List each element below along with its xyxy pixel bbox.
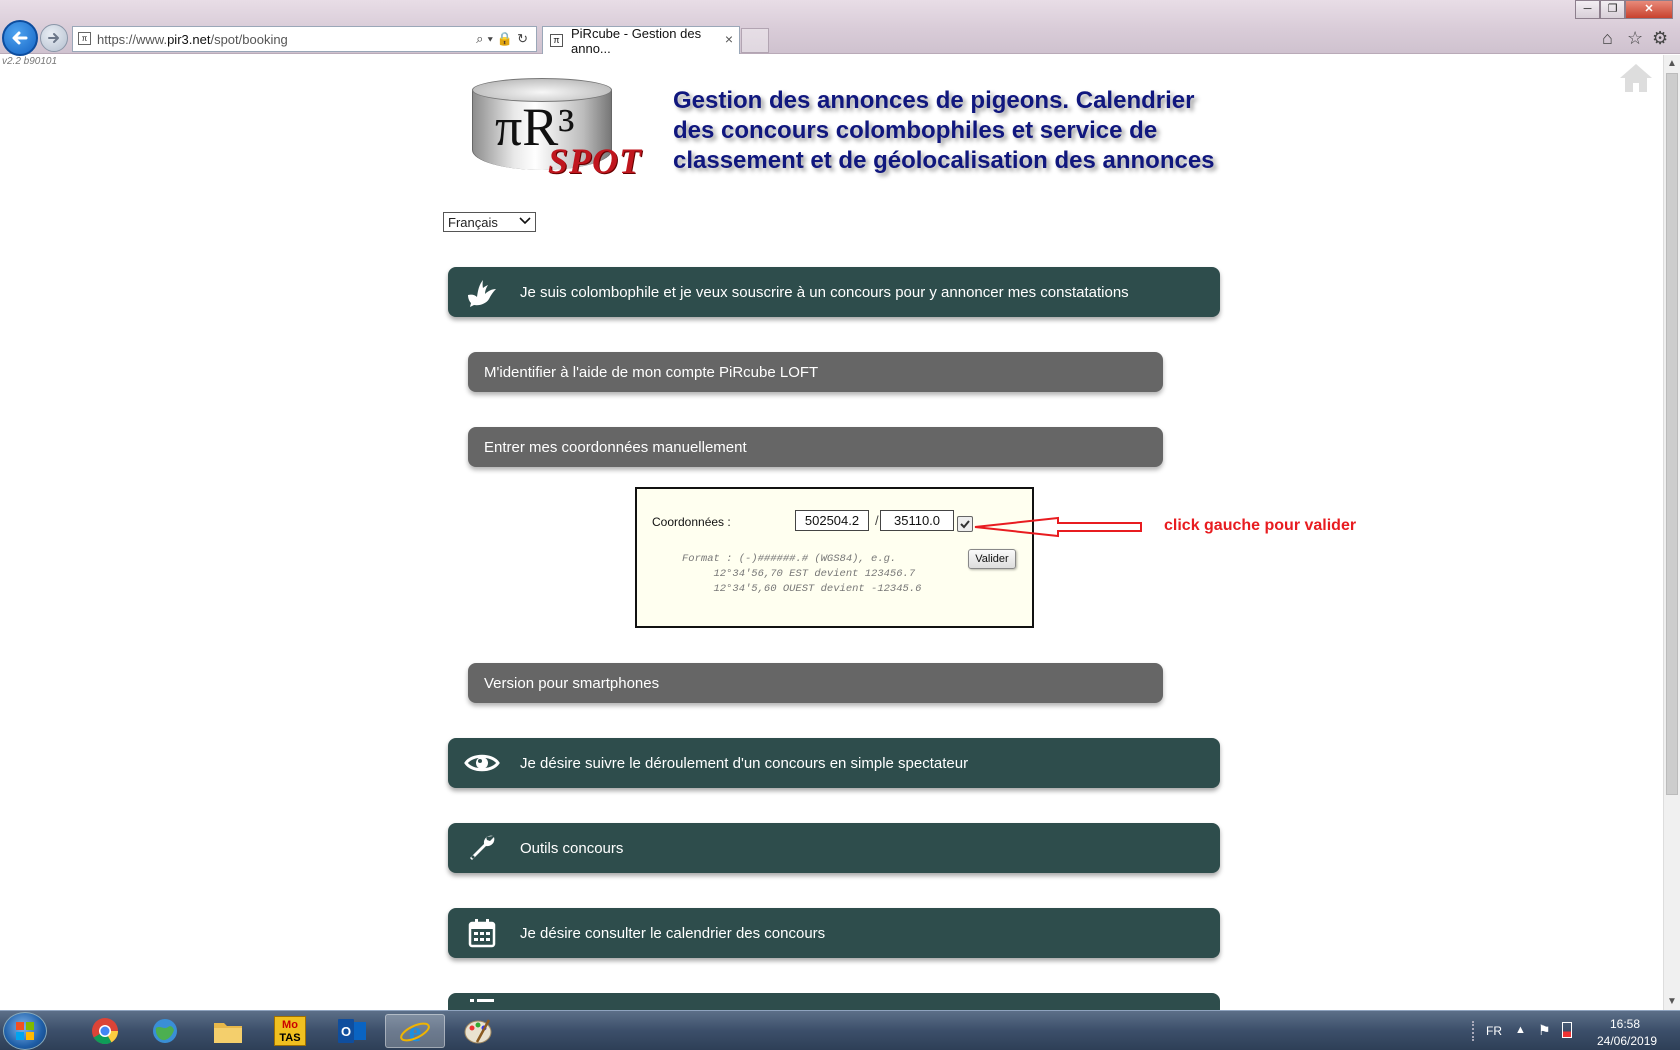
longitude-input[interactable]: 35110.0 [880, 510, 954, 531]
new-tab-button[interactable] [741, 28, 769, 53]
back-button[interactable] [2, 20, 38, 56]
calendar-icon [448, 918, 516, 948]
arrow-left-icon [12, 31, 28, 45]
address-bar-icons[interactable]: ⌕▾🔒↻ [476, 31, 532, 47]
action-center-flag-icon[interactable]: ⚑ [1538, 1022, 1551, 1039]
smartphone-version-label: Version pour smartphones [484, 674, 660, 692]
dove-icon [448, 277, 516, 307]
smartphone-version-bar[interactable]: Version pour smartphones [468, 663, 1163, 703]
eye-icon [448, 751, 516, 775]
vertical-scrollbar[interactable]: ▲ ▼ [1663, 55, 1680, 1010]
annotation-arrow-icon [974, 516, 1142, 538]
outils-bar[interactable]: Outils concours [448, 823, 1220, 873]
pircube-spot-logo[interactable]: πR³ SPOT [470, 78, 645, 181]
latitude-input[interactable]: 502504.2 [795, 510, 869, 531]
start-button[interactable] [3, 1012, 47, 1050]
arrow-right-icon [48, 33, 59, 43]
browser-chrome: ─ ❐ ✕ π https://www.pir3.net/spot/bookin… [0, 0, 1680, 56]
site-favicon: π [78, 32, 91, 45]
windows-logo-icon [16, 1022, 34, 1040]
tab-close-icon[interactable]: × [725, 31, 733, 47]
page-title: Gestion des annonces de pigeons. Calendr… [673, 87, 1215, 174]
tray-grip-icon [1472, 1021, 1478, 1041]
chevron-down-icon [519, 217, 531, 225]
network-app-taskbar-icon[interactable] [135, 1014, 195, 1048]
motas-taskbar-icon[interactable]: Mo TAS [260, 1014, 320, 1048]
version-label: v2.2 b90101 [2, 56, 58, 67]
manual-coords-bar[interactable]: Entrer mes coordonnées manuellement [468, 427, 1163, 467]
coordinates-panel: Coordonnées : 502504.2 / 35110.0 Valider… [635, 487, 1034, 628]
windows-taskbar: Mo TAS O e FR ▲ ⚑ 16:58 24/06/2019 [0, 1010, 1680, 1050]
paint-taskbar-icon[interactable] [448, 1014, 508, 1048]
url-text[interactable]: https://www.pir3.net/spot/booking [97, 32, 288, 47]
home-page-icon[interactable] [1618, 62, 1654, 94]
wrench-icon [448, 832, 516, 864]
input-language-indicator[interactable]: FR [1486, 1024, 1502, 1038]
outlook-taskbar-icon[interactable]: O [322, 1014, 382, 1048]
motas-label-top: Mo [282, 1019, 298, 1031]
calendrier-label: Je désire consulter le calendrier des co… [520, 924, 826, 942]
scroll-down-icon[interactable]: ▼ [1664, 993, 1680, 1010]
logo-spot-text: SPOT [548, 141, 642, 181]
forward-button[interactable] [40, 24, 68, 52]
internet-explorer-taskbar-icon[interactable]: e [385, 1014, 445, 1048]
list-icon [448, 997, 516, 1007]
scroll-up-icon[interactable]: ▲ [1664, 55, 1680, 72]
chrome-taskbar-icon[interactable] [75, 1014, 135, 1048]
favorites-star-icon[interactable]: ☆ [1627, 28, 1643, 49]
format-help-text: Format : (-)######.# (WGS84), e.g. 12°34… [682, 553, 922, 595]
motas-label-bottom: TAS [279, 1032, 301, 1044]
manual-coords-label: Entrer mes coordonnées manuellement [484, 438, 747, 456]
minimize-button[interactable]: ─ [1575, 0, 1600, 19]
home-toolbar-icon[interactable]: ⌂ [1602, 28, 1613, 49]
next-bar-partial[interactable] [448, 993, 1220, 1010]
scroll-thumb[interactable] [1666, 73, 1678, 795]
outils-label: Outils concours [520, 839, 624, 857]
clock-time[interactable]: 16:58 [1610, 1017, 1640, 1031]
coordinates-label: Coordonnées : [652, 515, 731, 529]
browser-tab[interactable]: π PiRcube - Gestion des anno... × [542, 25, 740, 56]
colombophile-label: Je suis colombophile et je veux souscrir… [520, 283, 1129, 301]
svg-text:O: O [341, 1024, 351, 1039]
battery-icon[interactable] [1562, 1022, 1572, 1038]
tray-expand-icon[interactable]: ▲ [1515, 1024, 1526, 1036]
address-bar[interactable]: π https://www.pir3.net/spot/booking ⌕▾🔒↻ [72, 26, 537, 52]
tab-title: PiRcube - Gestion des anno... [571, 25, 702, 56]
coordinates-separator: / [875, 513, 879, 528]
annotation-text: click gauche pour valider [1164, 517, 1357, 534]
tab-favicon: π [550, 34, 563, 47]
file-explorer-taskbar-icon[interactable] [198, 1014, 258, 1048]
spectateur-label: Je désire suivre le déroulement d'un con… [520, 754, 969, 772]
language-select[interactable]: Français [443, 212, 536, 232]
spectateur-bar[interactable]: Je désire suivre le déroulement d'un con… [448, 738, 1220, 788]
login-loft-label: M'identifier à l'aide de mon compte PiRc… [484, 363, 819, 381]
colombophile-bar[interactable]: Je suis colombophile et je veux souscrir… [448, 267, 1220, 317]
valider-button[interactable]: Valider [968, 549, 1016, 569]
language-selected: Français [448, 214, 498, 230]
calendrier-bar[interactable]: Je désire consulter le calendrier des co… [448, 908, 1220, 958]
settings-gear-icon[interactable]: ⚙ [1652, 28, 1668, 49]
close-window-button[interactable]: ✕ [1625, 0, 1673, 19]
checkmark-icon[interactable] [957, 516, 973, 532]
login-loft-bar[interactable]: M'identifier à l'aide de mon compte PiRc… [468, 352, 1163, 392]
maximize-button[interactable]: ❐ [1600, 0, 1625, 19]
svg-text:e: e [409, 1017, 421, 1046]
clock-date[interactable]: 24/06/2019 [1597, 1034, 1657, 1048]
